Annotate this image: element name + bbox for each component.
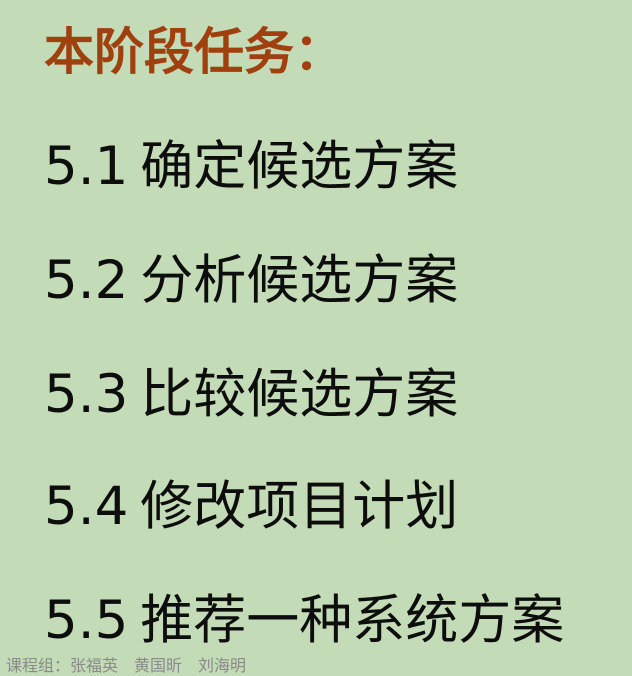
task-text: 分析候选方案	[140, 250, 459, 311]
task-item-5-1: 5.1 确定候选方案	[44, 136, 458, 198]
course-team-footer: 课程组：张福英 黄国昕 刘海明	[6, 656, 247, 675]
task-item-5-5: 5.5 推荐一种系统方案	[44, 590, 564, 652]
task-number: 5.2	[44, 250, 129, 311]
task-text: 修改项目计划	[140, 476, 459, 537]
slide: 本阶段任务： 5.1 确定候选方案 5.2 分析候选方案 5.3 比较候选方案 5.4…	[0, 0, 632, 675]
task-text: 确定候选方案	[140, 136, 459, 197]
task-text: 推荐一种系统方案	[140, 590, 565, 651]
task-number: 5.5	[44, 590, 129, 651]
task-number: 5.3	[44, 364, 129, 425]
task-item-5-4: 5.4 修改项目计划	[44, 476, 458, 538]
stage-tasks-heading: 本阶段任务：	[44, 23, 344, 81]
task-number: 5.4	[44, 476, 129, 537]
task-item-5-2: 5.2 分析候选方案	[44, 250, 458, 312]
task-item-5-3: 5.3 比较候选方案	[44, 364, 458, 426]
task-number: 5.1	[44, 136, 129, 197]
task-text: 比较候选方案	[140, 364, 459, 425]
